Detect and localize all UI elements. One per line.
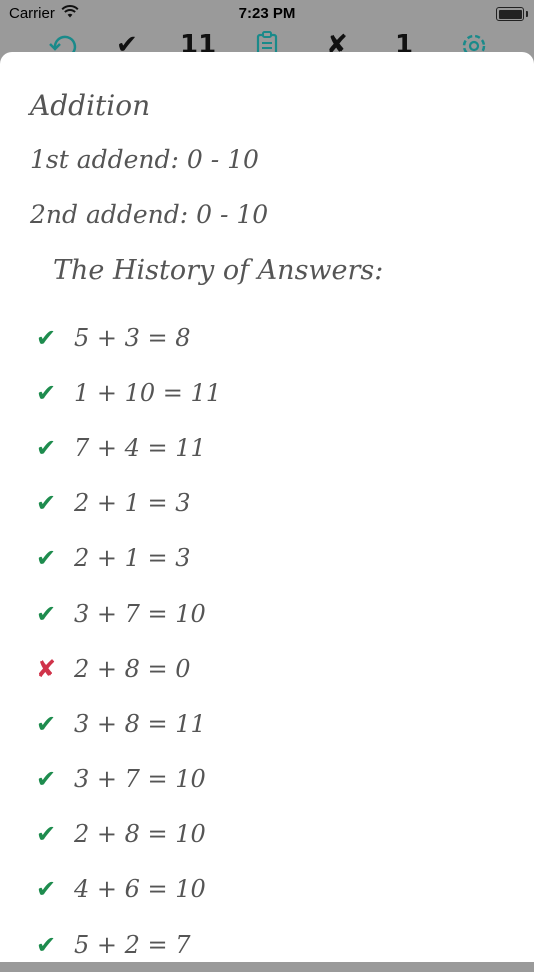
history-item: ✔ 7 + 4 = 11 [36,420,221,475]
check-icon: ✔ [36,433,57,462]
history-expression: 3 + 7 = 10 [74,599,206,628]
check-icon: ✔ [36,544,57,573]
check-icon: ✔ [36,323,57,352]
history-item: ✔ 4 + 6 = 10 [36,862,221,917]
status-bar: Carrier 7:23 PM [0,0,534,30]
check-icon: ✔ [36,599,57,628]
status-time: 7:23 PM [238,5,296,22]
battery-icon [496,7,528,21]
history-item: ✔ 5 + 3 = 8 [36,310,221,365]
history-expression: 1 + 10 = 11 [74,378,222,407]
check-icon: ✔ [36,378,57,407]
history-expression: 4 + 6 = 10 [74,875,206,904]
history-item: ✔ 2 + 8 = 10 [36,807,221,862]
history-item: ✔ 3 + 7 = 10 [36,752,221,807]
check-icon: ✔ [36,489,57,518]
second-addend-range: 2nd addend: 0 - 10 [30,200,269,229]
history-item: ✔ 3 + 7 = 10 [36,586,221,641]
history-item: ✔ 3 + 8 = 11 [36,696,221,751]
first-addend-range: 1st addend: 0 - 10 [30,145,259,174]
history-expression: 5 + 3 = 8 [74,323,191,352]
history-expression: 7 + 4 = 11 [74,433,206,462]
sheet-title: Addition [30,89,151,122]
history-expression: 5 + 2 = 7 [74,930,191,959]
history-list: ✔ 5 + 3 = 8 ✔ 1 + 10 = 11 ✔ 7 + 4 = 11 ✔ 2 + 1 … [36,310,221,972]
history-expression: 3 + 8 = 11 [74,709,206,738]
history-item: ✔ 2 + 1 = 3 [36,531,221,586]
history-item: ✔ 2 + 1 = 3 [36,476,221,531]
history-item: ✘ 2 + 8 = 0 [36,641,221,696]
check-icon: ✔ [36,875,57,904]
history-expression: 2 + 8 = 0 [74,654,191,683]
history-title: The History of Answers: [53,255,384,286]
history-sheet: Addition 1st addend: 0 - 10 2nd addend: … [0,52,534,962]
history-expression: 2 + 1 = 3 [74,544,191,573]
check-icon: ✔ [36,930,57,959]
history-item: ✔ 1 + 10 = 11 [36,365,221,420]
battery-level [498,9,522,19]
check-icon: ✔ [36,820,57,849]
cross-icon: ✘ [36,654,57,683]
history-expression: 2 + 8 = 10 [74,820,206,849]
check-icon: ✔ [36,765,57,794]
history-expression: 3 + 7 = 10 [74,765,206,794]
history-expression: 2 + 1 = 3 [74,489,191,518]
history-item: ✔ 5 + 2 = 7 [36,917,221,972]
check-icon: ✔ [36,709,57,738]
